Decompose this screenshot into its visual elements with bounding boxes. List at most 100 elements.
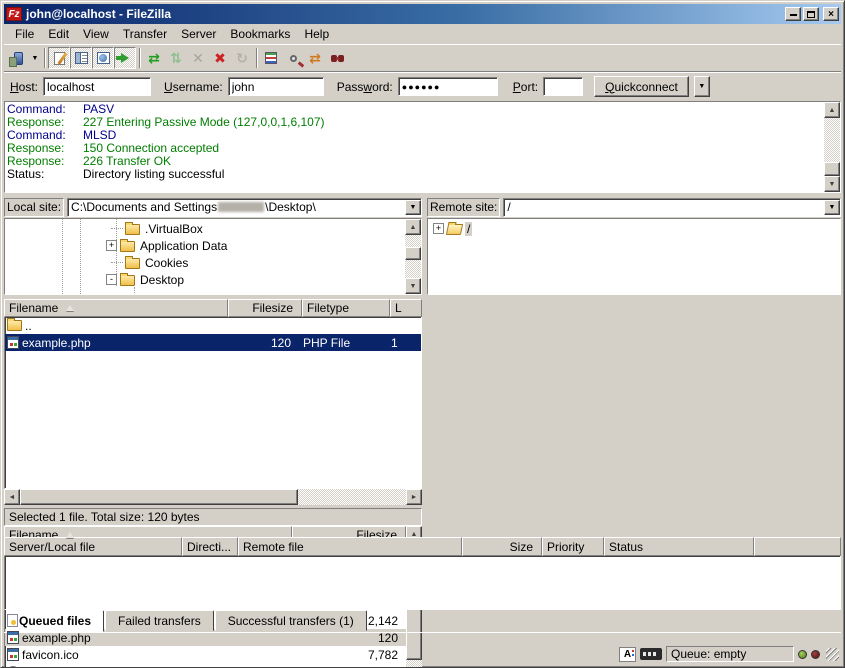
expand-icon[interactable]: + [106, 240, 117, 251]
tree-item-virtualbox[interactable]: .VirtualBox [5, 220, 405, 237]
folder-icon [120, 275, 135, 286]
refresh-button[interactable]: ⇄ [143, 47, 165, 69]
sync-browsing-icon: ⇄ [309, 51, 321, 65]
process-queue-icon: ⇅ [170, 51, 182, 65]
port-label: Port: [513, 80, 538, 94]
filter-icon [265, 52, 277, 64]
tab-queued-files[interactable]: Queued files [6, 610, 104, 632]
remote-path-combo[interactable]: / ▼ [503, 198, 841, 217]
host-input[interactable] [43, 77, 151, 96]
column-remote-file[interactable]: Remote file [238, 537, 462, 556]
toggle-message-log-button[interactable] [48, 47, 70, 69]
local-tree-scrollbar[interactable]: ▲ ▼ [405, 219, 421, 294]
password-label: Password: [337, 80, 393, 94]
scroll-down-icon[interactable]: ▼ [824, 176, 840, 192]
scroll-up-icon[interactable]: ▲ [405, 219, 421, 235]
quickconnect-bar: Host: Username: Password: Port: Quickcon… [4, 71, 841, 101]
toolbar-separator [44, 48, 45, 68]
menu-help[interactable]: Help [297, 25, 336, 43]
quickconnect-dropdown[interactable]: ▼ [694, 76, 710, 97]
local-path-value: C:\Documents and Settings\Desktop\ [68, 200, 405, 214]
scroll-up-icon[interactable]: ▲ [824, 102, 840, 118]
filter-button[interactable] [260, 47, 282, 69]
tab-failed-transfers[interactable]: Failed transfers [105, 610, 214, 631]
redacted-username [218, 202, 264, 212]
reconnect-button[interactable]: ↻ [231, 47, 253, 69]
maximize-button[interactable] [803, 7, 819, 21]
tree-item-cookies[interactable]: Cookies [5, 254, 405, 271]
file-row-parent-dir[interactable]: .. [5, 317, 421, 334]
title-bar[interactable]: Fz john@localhost - FileZilla × [4, 4, 841, 24]
disconnect-button[interactable]: ✖ [209, 47, 231, 69]
local-horizontal-scrollbar[interactable]: ◄ ► [4, 489, 422, 505]
column-server-local-file[interactable]: Server/Local file [4, 537, 182, 556]
menu-transfer[interactable]: Transfer [116, 25, 174, 43]
minimize-button[interactable] [785, 7, 801, 21]
close-button[interactable]: × [823, 7, 839, 21]
message-log: Command:PASV Response:227 Entering Passi… [4, 101, 841, 193]
folder-icon [120, 241, 135, 252]
host-label: Host: [10, 80, 38, 94]
expand-icon[interactable]: + [433, 223, 444, 234]
local-status-text: Selected 1 file. Total size: 120 bytes [4, 508, 422, 526]
synchronized-browsing-button[interactable]: ⇄ [304, 47, 326, 69]
file-row-example-php[interactable]: example.php 120 PHP File 1 [5, 334, 421, 351]
column-filesize[interactable]: Filesize [228, 299, 302, 317]
column-filename[interactable]: Filename [4, 299, 228, 317]
transfer-type-indicator-icon[interactable]: A [619, 647, 636, 662]
tree-item-application-data[interactable]: +Application Data [5, 237, 405, 254]
scroll-right-icon[interactable]: ► [406, 489, 422, 505]
column-size[interactable]: Size [462, 537, 542, 556]
toggle-queue-button[interactable] [114, 47, 136, 69]
speed-limit-icon[interactable] [640, 648, 662, 660]
column-status[interactable]: Status [604, 537, 754, 556]
receive-activity-led-icon [798, 650, 807, 659]
resize-grip[interactable] [826, 648, 839, 661]
remote-tree-pane: Remote site: / ▼ +/ [427, 197, 841, 295]
menu-server[interactable]: Server [174, 25, 223, 43]
refresh-icon: ⇄ [148, 51, 160, 65]
menu-bar: File Edit View Transfer Server Bookmarks… [4, 24, 841, 45]
scroll-down-icon[interactable]: ▼ [405, 278, 421, 294]
scroll-left-icon[interactable]: ◄ [4, 489, 20, 505]
scroll-thumb[interactable] [405, 247, 421, 260]
scroll-thumb[interactable] [824, 162, 840, 176]
binoculars-icon [331, 55, 337, 62]
local-path-combo[interactable]: C:\Documents and Settings\Desktop\ ▼ [67, 198, 422, 217]
collapse-icon[interactable]: - [106, 274, 117, 285]
menu-bookmarks[interactable]: Bookmarks [223, 25, 297, 43]
tree-item-root[interactable]: +/ [428, 220, 840, 237]
cancel-button[interactable]: ✕ [187, 47, 209, 69]
tab-successful-transfers[interactable]: Successful transfers (1) [215, 610, 367, 631]
horizontal-splitter[interactable] [4, 526, 841, 533]
column-filetype[interactable]: Filetype [302, 299, 390, 317]
column-last-modified[interactable]: L [390, 299, 422, 317]
css-file-icon [7, 614, 18, 627]
find-files-button[interactable] [326, 47, 348, 69]
sort-ascending-icon [66, 305, 74, 311]
toggle-local-tree-button[interactable] [70, 47, 92, 69]
site-manager-dropdown[interactable]: ▼ [29, 47, 41, 69]
column-priority[interactable]: Priority [542, 537, 604, 556]
column-direction[interactable]: Directi... [182, 537, 238, 556]
menu-file[interactable]: File [8, 25, 41, 43]
toolbar-separator [139, 48, 140, 68]
site-manager-button[interactable] [7, 47, 29, 69]
username-input[interactable] [228, 77, 324, 96]
menu-view[interactable]: View [76, 25, 116, 43]
sort-ascending-icon [66, 532, 74, 538]
remote-path-dropdown-icon[interactable]: ▼ [824, 200, 840, 215]
menu-edit[interactable]: Edit [41, 25, 76, 43]
local-path-dropdown-icon[interactable]: ▼ [405, 200, 421, 215]
password-input[interactable] [398, 77, 498, 96]
quickconnect-button[interactable]: Quickconnect [594, 76, 689, 97]
port-input[interactable] [543, 77, 583, 96]
toggle-remote-tree-button[interactable] [92, 47, 114, 69]
php-file-icon [7, 336, 19, 349]
process-queue-button[interactable]: ⇅ [165, 47, 187, 69]
log-scrollbar[interactable]: ▲ ▼ [824, 102, 840, 192]
status-bar: A Queue: empty [4, 644, 841, 664]
scroll-thumb[interactable] [20, 489, 298, 505]
tree-item-desktop[interactable]: -Desktop [5, 271, 405, 288]
compare-directories-button[interactable] [282, 47, 304, 69]
